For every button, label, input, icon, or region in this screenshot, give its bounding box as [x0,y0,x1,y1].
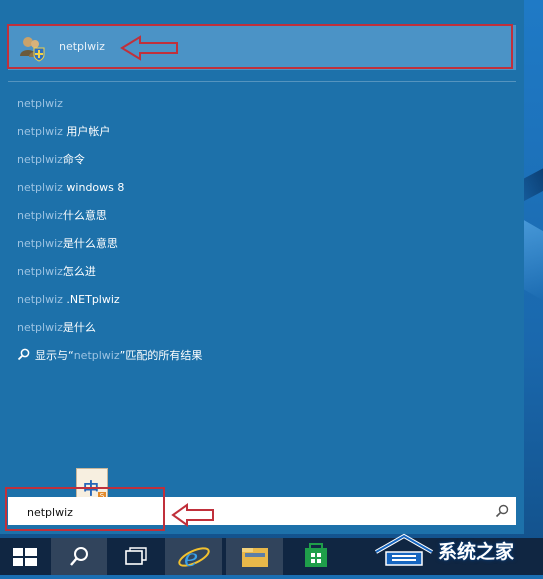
watermark-text: 系统之家 [438,541,515,563]
svg-text:e: e [184,544,198,572]
task-view-icon [125,547,147,565]
annotation-arrow-top [120,35,178,61]
suggestion-query: netplwiz [17,125,63,138]
search-icon [70,547,88,566]
suggestion-suffix: windows 8 [62,181,125,194]
suggestion-suffix: 用户帐户 [62,125,111,138]
suggestion-suffix: 是什么意思 [62,237,118,250]
suggestion-query: netplwiz [17,153,63,166]
annotation-box-top-result [7,24,513,69]
suggestion-suffix: .NETplwiz [62,293,120,306]
suggestion-item[interactable]: netplwiz什么意思 [17,208,124,236]
search-icon [17,348,30,361]
suggestion-query: netplwiz [17,209,63,222]
suggestion-item[interactable]: netplwiz [17,96,124,124]
house-logo-icon [375,533,433,566]
suggestion-item[interactable]: netplwiz windows 8 [17,180,124,208]
suggestion-item[interactable]: netplwiz .NETplwiz [17,292,124,320]
suggestion-suffix: 命令 [62,153,85,166]
watermark: 系统之家 [372,528,543,570]
task-view-button[interactable] [108,538,164,575]
search-icon[interactable] [495,504,509,518]
show-all-query: netplwiz [73,349,120,362]
taskbar-store[interactable] [287,538,344,575]
file-explorer-icon [242,548,268,567]
show-all-results-link[interactable]: 显示与“netplwiz”匹配的所有结果 [17,347,202,363]
suggestion-item[interactable]: netplwiz是什么意思 [17,236,124,264]
start-button[interactable] [0,538,50,575]
start-icon [13,548,37,566]
suggestion-query: netplwiz [17,237,63,250]
suggestion-query: netplwiz [17,293,63,306]
store-icon [305,543,327,567]
results-divider [8,81,516,82]
suggestion-query: netplwiz [17,97,63,110]
suggestion-suffix: 怎么进 [62,265,96,278]
suggestion-item[interactable]: netplwiz命令 [17,152,124,180]
suggestion-query: netplwiz [17,181,63,194]
taskbar-file-explorer[interactable] [226,538,283,575]
suggestion-list: netplwiz netplwiz 用户帐户 netplwiz命令 netplw… [17,96,124,348]
annotation-box-search [5,487,165,531]
suggestion-item[interactable]: netplwiz怎么进 [17,264,124,292]
search-panel: netplwiz netplwiz netplwiz 用户帐户 netplwiz… [0,0,524,534]
suggestion-item[interactable]: netplwiz 用户帐户 [17,124,124,152]
show-all-prefix: 显示与“ [35,349,74,362]
taskbar-ie[interactable]: e [165,538,222,575]
suggestion-query: netplwiz [17,265,63,278]
search-button[interactable] [51,538,107,575]
annotation-arrow-search [171,503,214,527]
ie-icon: e [178,544,210,572]
suggestion-suffix: 什么意思 [62,209,107,222]
suggestion-query: netplwiz [17,321,63,334]
show-all-suffix: ”匹配的所有结果 [119,349,203,362]
suggestion-suffix: 是什么 [62,321,96,334]
suggestion-item[interactable]: netplwiz是什么 [17,320,124,348]
